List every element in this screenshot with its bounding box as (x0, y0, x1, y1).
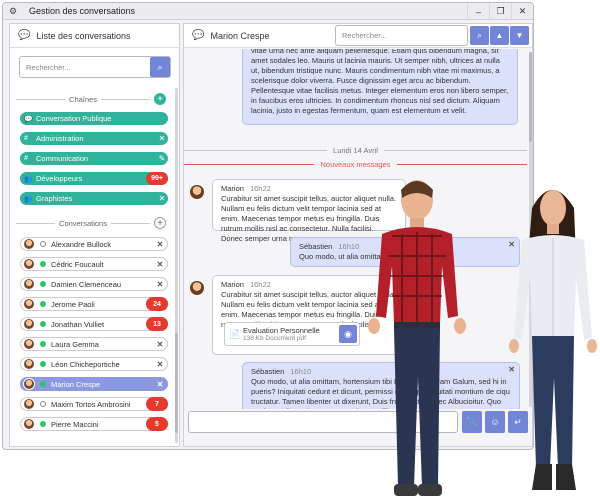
channel-item[interactable]: # Administration ✕ (20, 132, 168, 145)
conversation-item[interactable]: Alexandre Bullock ✕ (20, 237, 168, 251)
avatar (23, 298, 35, 310)
group-icon: 👥 (24, 195, 33, 203)
edit-icon[interactable]: ✎ (156, 154, 168, 163)
avatar (23, 278, 35, 290)
chat-bubble-icon: 💬 (18, 30, 31, 41)
app-icon: ⚙ (9, 5, 18, 16)
conversation-item[interactable]: Laura Gemma ✕ (20, 337, 168, 351)
close-icon[interactable]: ✕ (153, 340, 167, 349)
add-channel-icon[interactable]: + (154, 93, 166, 105)
minimize-button[interactable]: – (467, 3, 489, 20)
status-indicator (40, 321, 46, 327)
status-indicator (40, 261, 46, 267)
list-title: Liste des conversations (36, 30, 131, 41)
chevron-down-icon[interactable]: ▼ (510, 26, 529, 45)
unread-badge: 13 (146, 317, 168, 331)
file-attachment[interactable]: 📄 Evaluation Personnelle 138 Kb Document… (224, 322, 360, 346)
status-indicator (40, 281, 46, 287)
remove-icon[interactable]: ✕ (156, 134, 168, 143)
new-messages-divider: Nouveaux messages (184, 160, 527, 169)
close-icon[interactable]: ✕ (153, 240, 167, 249)
list-header: 💬 Liste des conversations (10, 24, 179, 48)
status-indicator (40, 301, 46, 307)
unread-badge: 5 (146, 417, 168, 431)
add-conversation-icon[interactable]: + (154, 217, 167, 229)
close-icon[interactable]: ✕ (153, 260, 167, 269)
message-search[interactable]: Rechercher... (335, 25, 468, 46)
conversation-item[interactable]: Pierre Maccini 5 (20, 417, 168, 431)
hash-icon: # (24, 155, 28, 162)
avatar (190, 185, 204, 199)
conversations-label: Conversations (59, 218, 107, 228)
avatar (23, 398, 35, 410)
close-icon[interactable]: ✕ (153, 280, 167, 289)
channels-label: Chaînes (69, 94, 97, 104)
eye-icon[interactable]: ◉ (339, 325, 357, 343)
conversation-list-scrollbar[interactable] (175, 88, 178, 443)
group-icon: 👥 (24, 175, 33, 183)
channel-item[interactable]: 👥 Graphistes ✕ (20, 192, 168, 205)
avatar (23, 238, 35, 250)
conversation-item[interactable]: Jonathan Vulliet 13 (20, 317, 168, 331)
document-icon: 📄 (229, 328, 241, 339)
status-indicator (40, 241, 46, 247)
hash-icon: # (24, 135, 28, 142)
chat-header: 💬 Marion Crespe Rechercher... ⌕ ▲ ▼ (184, 24, 532, 48)
avatar (23, 318, 35, 330)
unread-badge: 24 (146, 297, 168, 311)
chat-bubble-icon: 💬 (192, 30, 205, 41)
conversation-item[interactable]: Jerome Paoli 24 (20, 297, 168, 311)
avatar (190, 281, 204, 295)
status-indicator (40, 341, 46, 347)
conversation-list-panel: 💬 Liste des conversations Rechercher... … (9, 23, 180, 447)
conversation-search-input[interactable]: Rechercher... (20, 63, 150, 72)
search-icon[interactable]: ⌕ (150, 57, 170, 77)
channel-item[interactable]: 💬 Conversation Publique (20, 112, 168, 125)
remove-icon[interactable]: ✕ (156, 194, 168, 203)
conversations-section-header: Conversations + (16, 217, 167, 229)
male-character-illustration (368, 180, 466, 496)
channel-item[interactable]: 👥 Développeurs 99+ (20, 172, 168, 185)
message-bubble-out: vitae urna nec ante aliquam pellentesque… (242, 49, 518, 125)
status-indicator (40, 401, 46, 407)
avatar (23, 258, 35, 270)
chevron-up-icon[interactable]: ▲ (490, 26, 509, 45)
avatar (23, 358, 35, 370)
conversation-item[interactable]: Damien Clemenceau ✕ (20, 277, 168, 291)
avatar (23, 378, 35, 390)
emoji-icon[interactable]: ☺ (485, 411, 505, 433)
avatar (23, 418, 35, 430)
conversation-search[interactable]: Rechercher... ⌕ (19, 56, 171, 78)
unread-badge: 7 (146, 397, 168, 411)
title-bar: ⚙ Gestion des conversations – ❐ ✕ (3, 3, 533, 20)
conversation-item[interactable]: Maxim Tortos Ambrosini 7 (20, 397, 168, 411)
conversation-item-selected[interactable]: Marion Crespe ✕ (20, 377, 168, 391)
chat-panel: 💬 Marion Crespe Rechercher... ⌕ ▲ ▼ vita… (183, 23, 533, 447)
conversation-item[interactable]: Cédric Foucault ✕ (20, 257, 168, 271)
close-icon[interactable]: ✕ (153, 360, 167, 369)
message-search-input[interactable]: Rechercher... (336, 31, 467, 40)
chat-title: Marion Crespe (210, 30, 270, 41)
message-list: vitae urna nec ante aliquam pellentesque… (184, 49, 527, 409)
conversation-item[interactable]: Léon Chicheportiche ✕ (20, 357, 168, 371)
window-title: Gestion des conversations (29, 6, 136, 16)
channels-section-header: Chaînes + (16, 93, 166, 105)
female-character-illustration (509, 190, 597, 490)
unread-badge: 99+ (146, 172, 168, 185)
status-indicator (40, 421, 46, 427)
search-icon[interactable]: ⌕ (470, 26, 489, 45)
channel-item[interactable]: # Communication ✎ (20, 152, 168, 165)
avatar (23, 338, 35, 350)
close-button[interactable]: ✕ (511, 3, 533, 20)
chat-icon: 💬 (24, 115, 33, 123)
close-icon[interactable]: ✕ (153, 380, 167, 389)
date-divider: Lundi 14 Avril (184, 146, 527, 155)
maximize-button[interactable]: ❐ (489, 3, 511, 20)
status-indicator (40, 361, 46, 367)
status-indicator (40, 381, 46, 387)
